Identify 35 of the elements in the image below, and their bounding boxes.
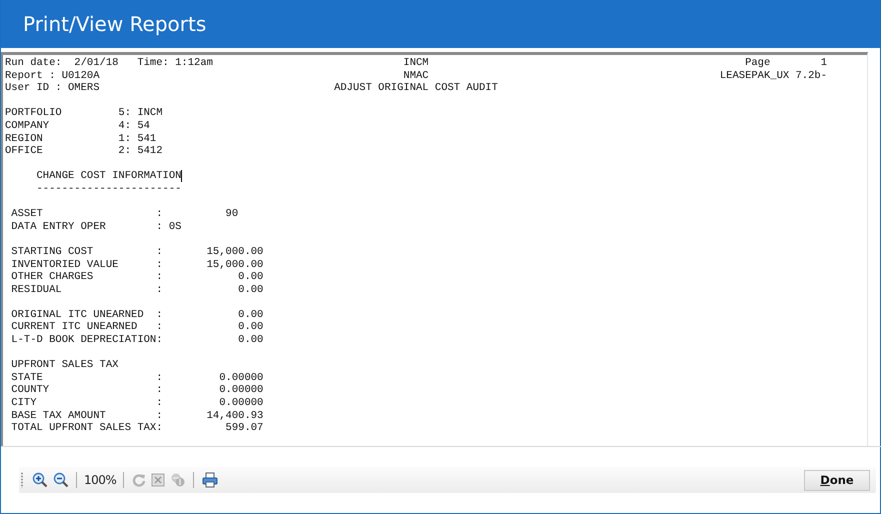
report-line: ASSET : 90 <box>10 208 238 221</box>
window-title: Print/View Reports <box>1 0 880 48</box>
report-line: UPFRONT SALES TAX <box>10 359 118 372</box>
report-header-text: Report : U0120A <box>5 70 101 82</box>
report-line: ----------------------- <box>36 182 182 196</box>
report-line: INVENTORIED VALUE : 15,000.00 <box>10 258 264 272</box>
report-line: COMPANY 4: 54 <box>5 120 150 133</box>
report-header-text: Page 1 <box>744 57 827 70</box>
report-header-text: INCM <box>402 57 430 70</box>
report-header-text: User ID : OMERS <box>5 82 101 95</box>
report-line: TOTAL UPFRONT SALES TAX: 599.07 <box>10 422 264 435</box>
report-line: L-T-D BOOK DEPRECIATION: 0.00 <box>10 334 264 347</box>
done-button[interactable]: Done <box>804 470 870 491</box>
report-header-text: Run date: 2/01/18 Time: 1:12am <box>5 57 214 70</box>
report-line: CHANGE COST INFORMATION <box>36 170 182 183</box>
zoom-in-icon[interactable] <box>32 472 48 488</box>
report-header-text: LEASEPAK_UX 7.2b- <box>718 70 827 82</box>
report-line: ORIGINAL ITC UNEARNED : 0.00 <box>10 308 264 322</box>
report-line: OFFICE 2: 5412 <box>5 145 163 158</box>
print-icon[interactable] <box>202 472 218 488</box>
report-line: DATA ENTRY OPER : 0S <box>10 220 182 234</box>
report-line: PORTFOLIO 5: INCM <box>5 107 163 120</box>
report-line: REGION 1: 541 <box>5 132 156 146</box>
zoom-level[interactable]: 100% <box>82 473 118 487</box>
report-line: STATE : 0.00000 <box>10 372 264 384</box>
report-line: BASE TAX AMOUNT : 14,400.93 <box>10 410 264 422</box>
report-line: STARTING COST : 15,000.00 <box>10 246 264 258</box>
report-line: COUNTY : 0.00000 <box>10 384 264 398</box>
report-header-text: NMAC <box>402 70 430 82</box>
zoom-out-icon[interactable] <box>52 472 68 488</box>
report-line: OTHER CHARGES : 0.00 <box>10 271 264 284</box>
report-line: RESIDUAL : 0.00 <box>10 284 264 296</box>
report-line: CURRENT ITC UNEARNED : 0.00 <box>10 321 264 334</box>
report-header-text: ADJUST ORIGINAL COST AUDIT <box>333 82 499 95</box>
report-line: CITY : 0.00000 <box>10 397 264 410</box>
